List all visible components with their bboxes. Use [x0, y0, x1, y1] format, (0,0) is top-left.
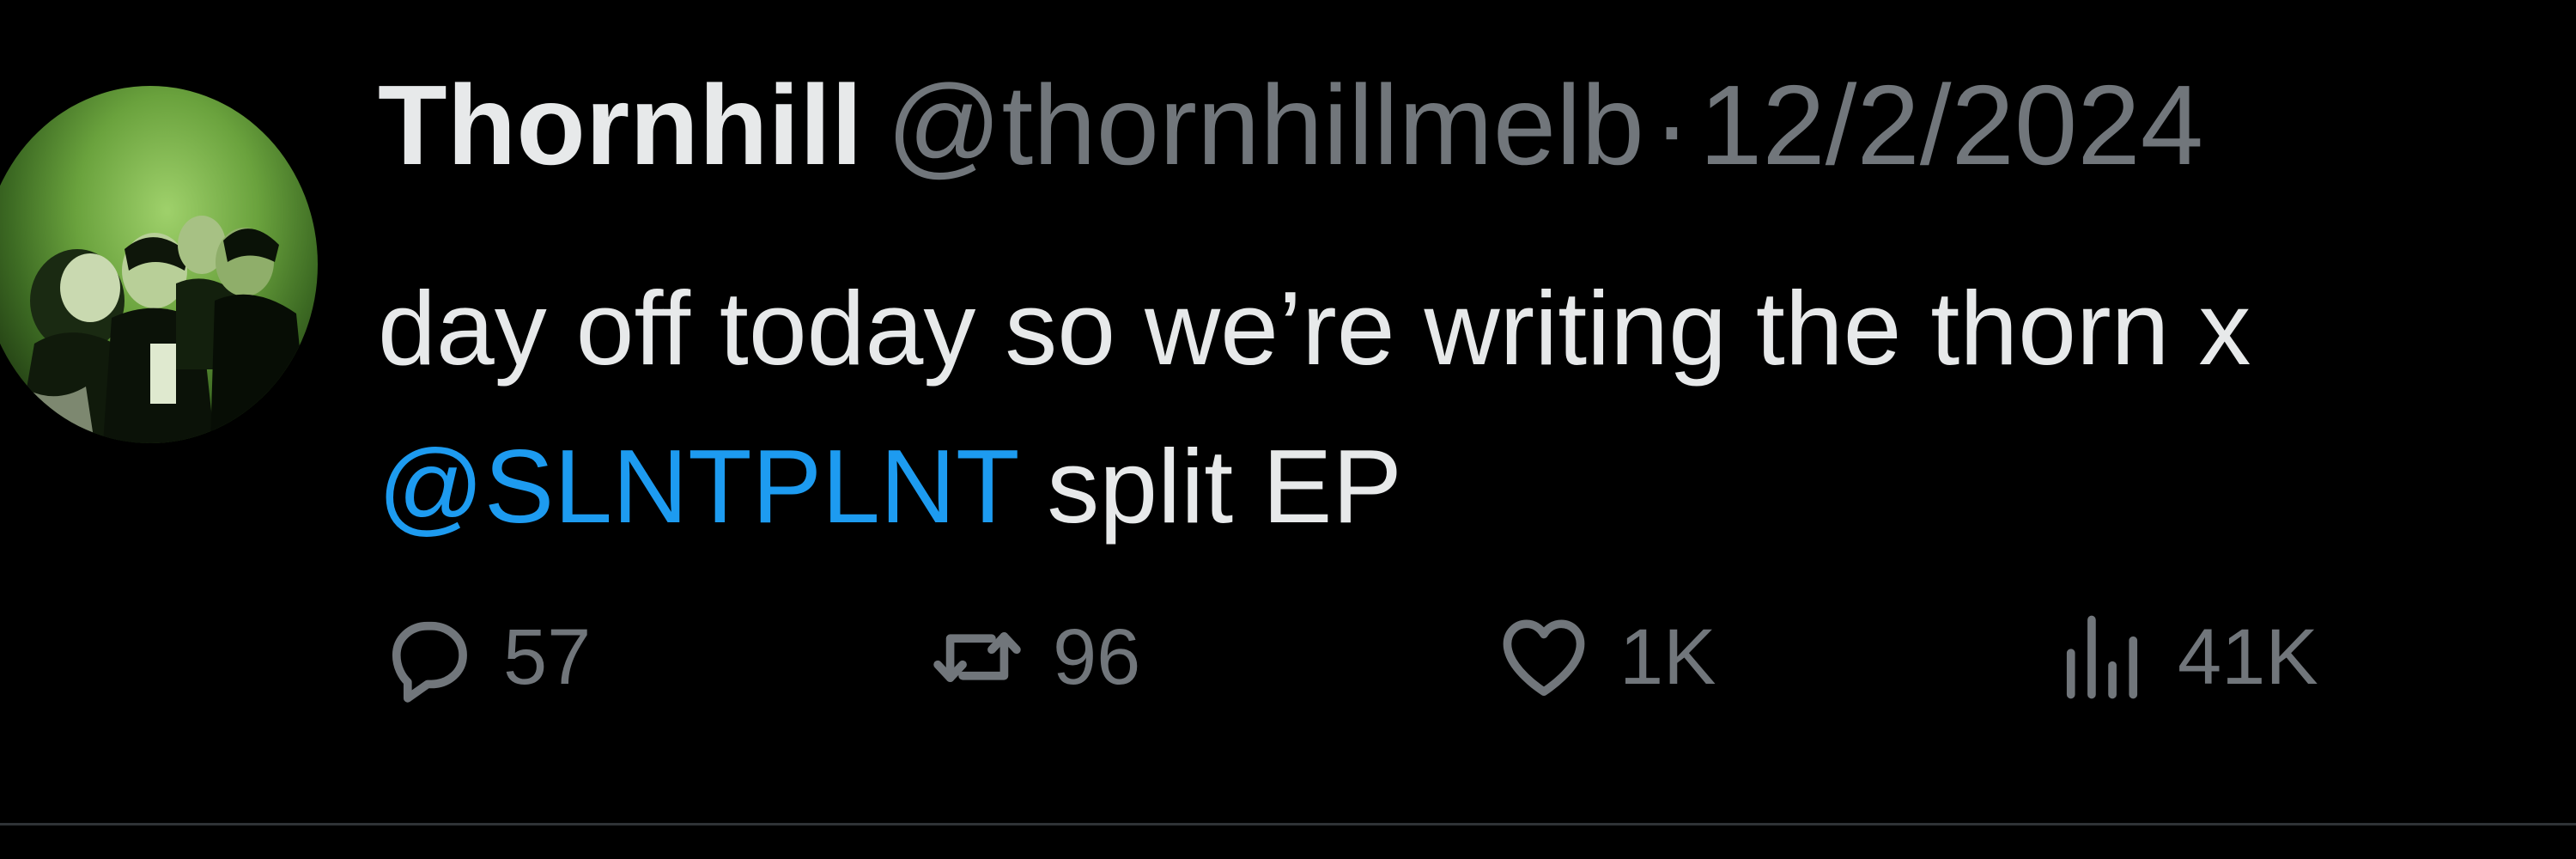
tweet-header: Thornhill @thornhillmelb·12/2/2024: [378, 69, 2203, 182]
views-button[interactable]: 41K: [2052, 601, 2318, 713]
tweet[interactable]: Thornhill @thornhillmelb·12/2/2024 day of…: [0, 0, 2576, 859]
views-icon: [2066, 615, 2138, 699]
tweet-date[interactable]: 12/2/2024: [1699, 62, 2203, 188]
divider: [0, 823, 2576, 825]
tweet-text-line-2-rest: split EP: [1018, 428, 1402, 545]
retweet-count: 96: [1053, 612, 1141, 701]
retweet-icon: [933, 632, 1021, 682]
views-count: 41K: [2178, 612, 2318, 701]
reply-count: 57: [503, 612, 592, 701]
reply-button[interactable]: 57: [378, 601, 591, 713]
tweet-text-line-2: @SLNTPLNT split EP: [378, 407, 2559, 565]
avatar[interactable]: [0, 86, 318, 443]
user-handle[interactable]: @thornhillmelb: [887, 62, 1644, 188]
separator-dot: ·: [1652, 62, 1691, 188]
like-button[interactable]: 1K: [1494, 601, 1716, 713]
tweet-text-line-1: day off today so we’re writing the thorn…: [378, 270, 2251, 387]
band-photo: [0, 216, 309, 443]
like-count: 1K: [1619, 612, 1716, 701]
display-name[interactable]: Thornhill: [378, 62, 863, 188]
reply-icon: [392, 621, 467, 703]
tweet-text: day off today so we’re writing the thorn…: [378, 249, 2559, 565]
mention-link[interactable]: @SLNTPLNT: [378, 428, 1018, 545]
tweet-actions: 57 96 1K 41K: [378, 601, 2439, 713]
retweet-button[interactable]: 96: [927, 601, 1140, 713]
heart-icon: [1503, 619, 1585, 696]
